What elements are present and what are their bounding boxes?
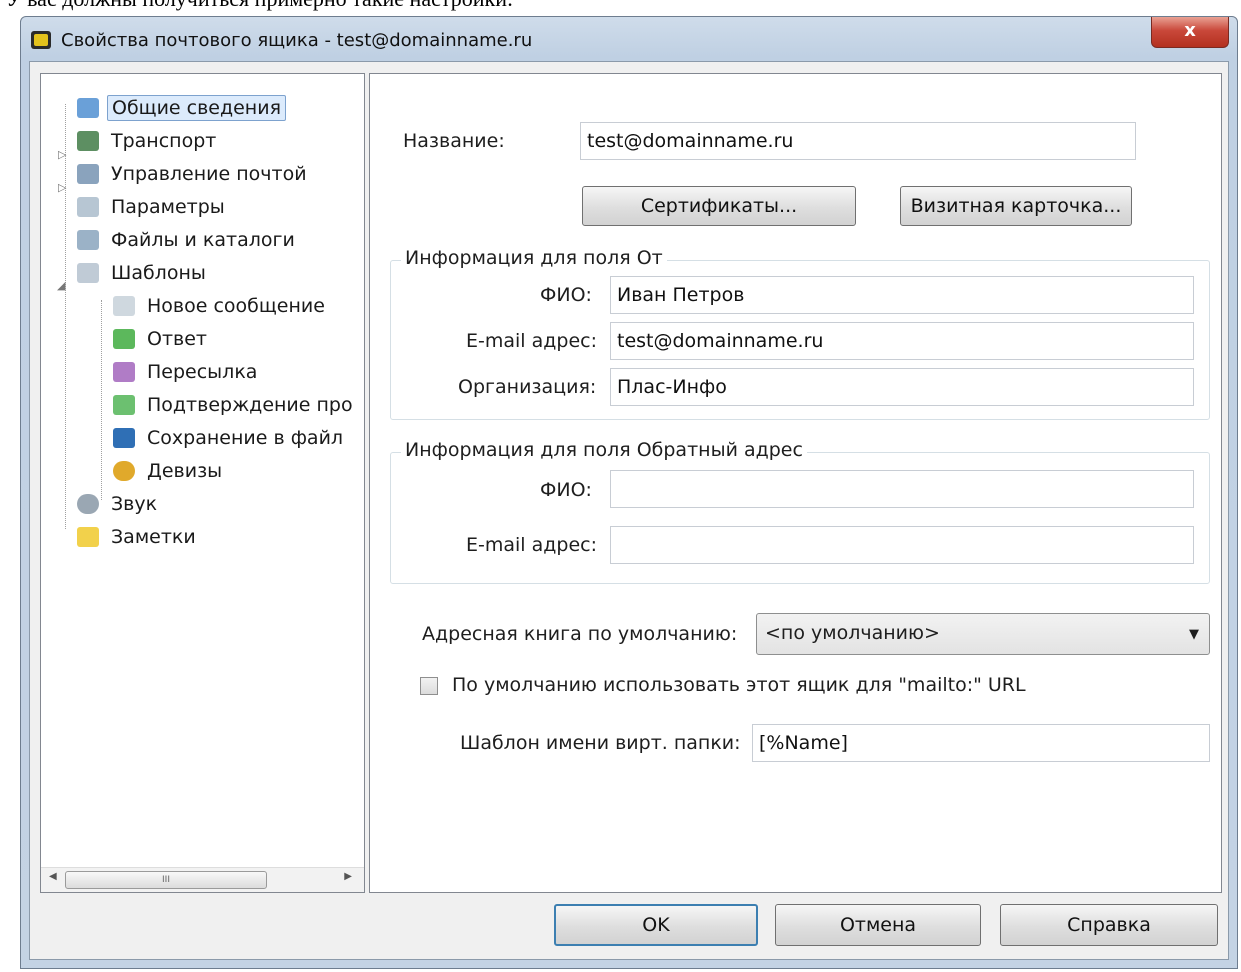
chevron-down-icon: ▼ — [1189, 627, 1199, 642]
tree-item-parameters[interactable]: Параметры — [77, 193, 229, 221]
save-to-file-icon — [113, 428, 135, 448]
tree-item-label: Файлы и каталоги — [111, 229, 295, 251]
notes-icon — [77, 527, 99, 547]
close-button[interactable]: x — [1151, 17, 1229, 48]
tree-connector — [101, 300, 102, 500]
tree-item-save-to-file[interactable]: Сохранение в файл — [113, 424, 347, 452]
tree-item-files-folders[interactable]: Файлы и каталоги — [77, 226, 299, 254]
mail-management-icon — [77, 164, 99, 184]
name-label: Название: — [403, 130, 505, 152]
tree-item-mail-management[interactable]: Управление почтой — [77, 160, 311, 188]
tree-item-label: Транспорт — [111, 130, 217, 152]
parameters-icon — [77, 197, 99, 217]
templates-icon — [77, 263, 99, 283]
from-email-label: E-mail адрес: — [466, 330, 597, 352]
vfolder-label: Шаблон имени вирт. папки: — [460, 732, 741, 754]
vcard-button[interactable]: Визитная карточка... — [900, 186, 1132, 226]
tree-item-mottos[interactable]: Девизы — [113, 457, 226, 485]
tree-item-label: Подтверждение про — [147, 394, 353, 416]
tree-item-label: Звук — [111, 493, 158, 515]
tree-item-label: Новое сообщение — [147, 295, 325, 317]
help-button[interactable]: Справка — [1000, 904, 1218, 946]
reply-icon — [113, 329, 135, 349]
forward-icon — [113, 362, 135, 382]
confirmation-icon — [113, 395, 135, 415]
expand-transport-icon[interactable]: ▷ — [58, 148, 66, 161]
tree-item-label: Заметки — [111, 526, 196, 548]
cancel-button[interactable]: Отмена — [775, 904, 981, 946]
collapse-templates-icon[interactable]: ◢ — [57, 279, 65, 292]
expand-mail-management-icon[interactable]: ▷ — [58, 181, 66, 194]
tree-horizontal-scrollbar[interactable]: ◀ III ▶ — [41, 867, 364, 892]
name-field[interactable] — [580, 122, 1136, 160]
addressbook-select[interactable]: <по умолчанию> ▼ — [756, 613, 1210, 655]
tree-item-sound[interactable]: Звук — [77, 490, 161, 518]
tree-item-label: Общие сведения — [107, 95, 287, 121]
tree-item-label: Пересылка — [147, 361, 258, 383]
transport-icon — [77, 131, 99, 151]
vfolder-field[interactable] — [752, 724, 1210, 762]
scroll-right-icon[interactable]: ▶ — [344, 871, 352, 882]
tree-connector — [65, 104, 66, 529]
tree-item-label: Сохранение в файл — [147, 427, 344, 449]
ok-button[interactable]: OK — [554, 904, 758, 946]
tree-item-notes[interactable]: Заметки — [77, 523, 200, 551]
mailto-checkbox-label[interactable]: По умолчанию использовать этот ящик для … — [452, 674, 1026, 696]
tree-item-label: Управление почтой — [111, 163, 307, 185]
app-icon — [31, 31, 51, 49]
general-info-panel: Название: Сертификаты... Визитная карточ… — [369, 73, 1222, 893]
settings-tree[interactable]: ▷ ▷ ◢ Общие сведения Транспорт Управлени… — [40, 73, 365, 893]
mailbox-properties-dialog: Свойства почтового ящика - test@domainna… — [20, 16, 1238, 969]
tree-item-templates[interactable]: Шаблоны — [77, 259, 210, 287]
scroll-left-icon[interactable]: ◀ — [49, 871, 57, 882]
mottos-icon — [113, 461, 135, 481]
page-caption: У вас должны получиться примерно такие н… — [6, 0, 513, 12]
tree-item-reply[interactable]: Ответ — [113, 325, 211, 353]
from-fio-label: ФИО: — [540, 284, 592, 306]
reply-email-label: E-mail адрес: — [466, 534, 597, 556]
from-group-title: Информация для поля От — [401, 247, 667, 269]
tree-item-new-message[interactable]: Новое сообщение — [113, 292, 329, 320]
dialog-client-area: ▷ ▷ ◢ Общие сведения Транспорт Управлени… — [29, 61, 1229, 960]
from-email-field[interactable] — [610, 322, 1194, 360]
tree-item-forward[interactable]: Пересылка — [113, 358, 261, 386]
from-org-field[interactable] — [610, 368, 1194, 406]
mailto-checkbox[interactable] — [420, 677, 438, 695]
addressbook-selected-value: <по умолчанию> — [765, 622, 940, 644]
certificates-button[interactable]: Сертификаты... — [582, 186, 856, 226]
addressbook-label: Адресная книга по умолчанию: — [422, 623, 738, 645]
tree-item-confirmation[interactable]: Подтверждение про — [113, 391, 357, 419]
tree-item-general-info[interactable]: Общие сведения — [77, 94, 287, 122]
from-org-label: Организация: — [458, 376, 597, 398]
scroll-thumb[interactable]: III — [65, 871, 267, 889]
general-info-icon — [77, 98, 99, 118]
reply-email-field[interactable] — [610, 526, 1194, 564]
tree-item-label: Девизы — [147, 460, 223, 482]
tree-item-label: Шаблоны — [111, 262, 206, 284]
from-fio-field[interactable] — [610, 276, 1194, 314]
tree-item-transport[interactable]: Транспорт — [77, 127, 220, 155]
new-message-icon — [113, 296, 135, 316]
files-folders-icon — [77, 230, 99, 250]
sound-icon — [77, 494, 99, 514]
reply-group-title: Информация для поля Обратный адрес — [401, 439, 807, 461]
reply-fio-label: ФИО: — [540, 479, 592, 501]
reply-fio-field[interactable] — [610, 470, 1194, 508]
title-bar[interactable]: Свойства почтового ящика - test@domainna… — [21, 17, 1237, 61]
tree-item-label: Ответ — [147, 328, 207, 350]
tree-item-label: Параметры — [111, 196, 225, 218]
window-title: Свойства почтового ящика - test@domainna… — [61, 30, 533, 51]
